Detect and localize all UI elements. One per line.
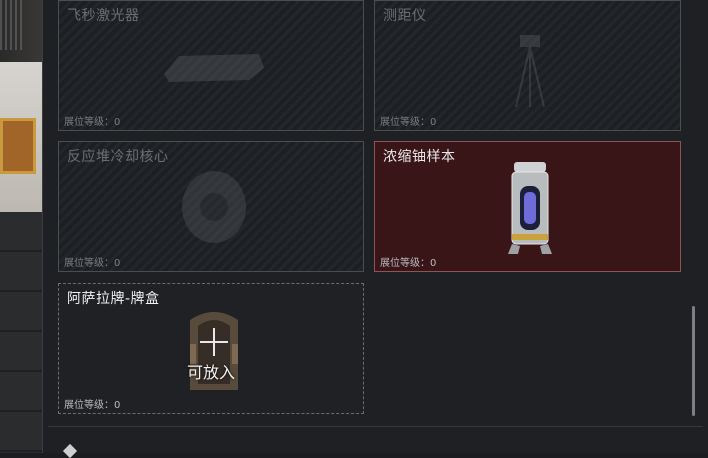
diamond-icon	[62, 443, 78, 458]
reactor-core-item-icon	[182, 171, 246, 243]
floor-image	[0, 212, 42, 453]
rangefinder-item-icon	[515, 35, 545, 108]
exhibit-slot-reactor-core[interactable]: 反应堆冷却核心 展位等级：0	[58, 141, 364, 272]
exhibit-slot-enriched-uranium[interactable]: 浓缩铀样本 展位等级：0	[374, 141, 681, 272]
background-scene	[0, 0, 42, 453]
uranium-canister-icon	[508, 162, 552, 254]
slot-title: 飞秒激光器	[67, 8, 140, 24]
chandelier-image	[0, 0, 22, 50]
divider	[48, 426, 703, 427]
painting-image	[0, 118, 36, 174]
laser-item-icon	[164, 54, 264, 82]
scrollbar[interactable]	[692, 306, 695, 416]
slot-title: 阿萨拉牌-牌盒	[67, 291, 160, 307]
add-item-icon[interactable]	[198, 326, 230, 358]
slot-level: 展位等级：0	[64, 117, 121, 128]
slot-title: 浓缩铀样本	[383, 149, 456, 165]
exhibit-slot-femtosecond-laser[interactable]: 飞秒激光器 展位等级：0	[58, 0, 364, 131]
slot-title: 测距仪	[383, 8, 427, 24]
exhibit-panel: 飞秒激光器 展位等级：0 测距仪 展位等级：0 反应堆冷却核心 展位等级：0 浓…	[42, 0, 708, 458]
placeable-label: 可放入	[186, 363, 235, 382]
exhibit-slot-card-box[interactable]: 阿萨拉牌-牌盒 可放入 展位等级：0	[58, 283, 364, 414]
slot-level: 展位等级：0	[64, 400, 121, 411]
exhibit-slot-rangefinder[interactable]: 测距仪 展位等级：0	[374, 0, 681, 131]
slot-level: 展位等级：0	[64, 258, 121, 269]
slot-level: 展位等级：0	[380, 258, 437, 269]
slot-title: 反应堆冷却核心	[67, 149, 169, 165]
slot-level: 展位等级：0	[380, 117, 437, 128]
